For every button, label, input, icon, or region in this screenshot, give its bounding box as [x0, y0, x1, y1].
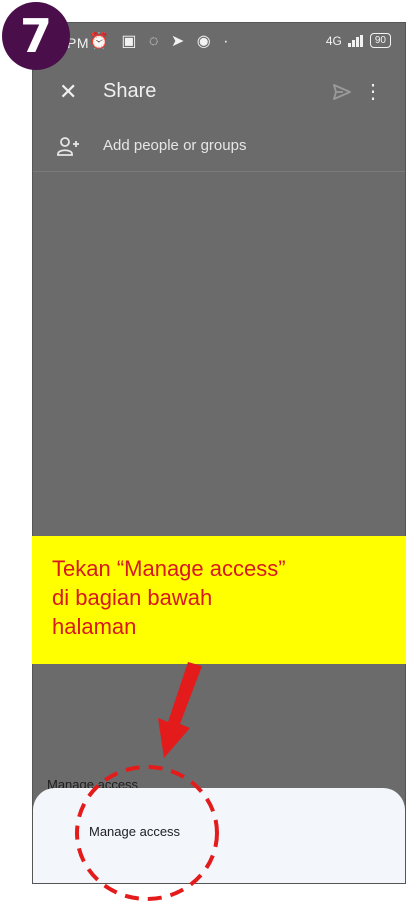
instruction-callout: Tekan “Manage access” di bagian bawah ha… [32, 536, 406, 664]
screenshot-canvas: PM ⏰ ▣ ◌ ➤ ◉ · 4G 90 ✕ Share ⋮ Add peopl… [0, 0, 406, 907]
notification-icons: ⏰ ▣ ◌ ➤ ◉ · [89, 33, 233, 50]
status-bar: PM ⏰ ▣ ◌ ➤ ◉ · 4G 90 [33, 23, 405, 63]
network-type-label: 4G [325, 33, 342, 48]
close-icon[interactable]: ✕ [59, 79, 77, 105]
pointer-arrow-icon [158, 662, 202, 758]
signal-icon [347, 34, 363, 47]
add-people-label: Add people or groups [103, 137, 247, 154]
instruction-text: Tekan “Manage access” di bagian bawah ha… [52, 556, 286, 639]
highlight-circle-icon [75, 765, 219, 901]
page-title: Share [103, 80, 157, 102]
step-number-badge: 7 [2, 2, 70, 70]
send-icon[interactable] [331, 81, 353, 103]
battery-icon: 90 [369, 33, 391, 48]
app-bar: ✕ Share ⋮ [33, 71, 405, 115]
more-vert-icon[interactable]: ⋮ [363, 79, 383, 105]
add-people-row[interactable]: Add people or groups [33, 125, 405, 169]
status-time: PM [67, 35, 89, 51]
phone-screen: PM ⏰ ▣ ◌ ➤ ◉ · 4G 90 ✕ Share ⋮ Add peopl… [32, 22, 406, 884]
add-person-icon [57, 137, 79, 156]
system-icons: 4G 90 [326, 33, 391, 48]
divider [33, 171, 405, 172]
